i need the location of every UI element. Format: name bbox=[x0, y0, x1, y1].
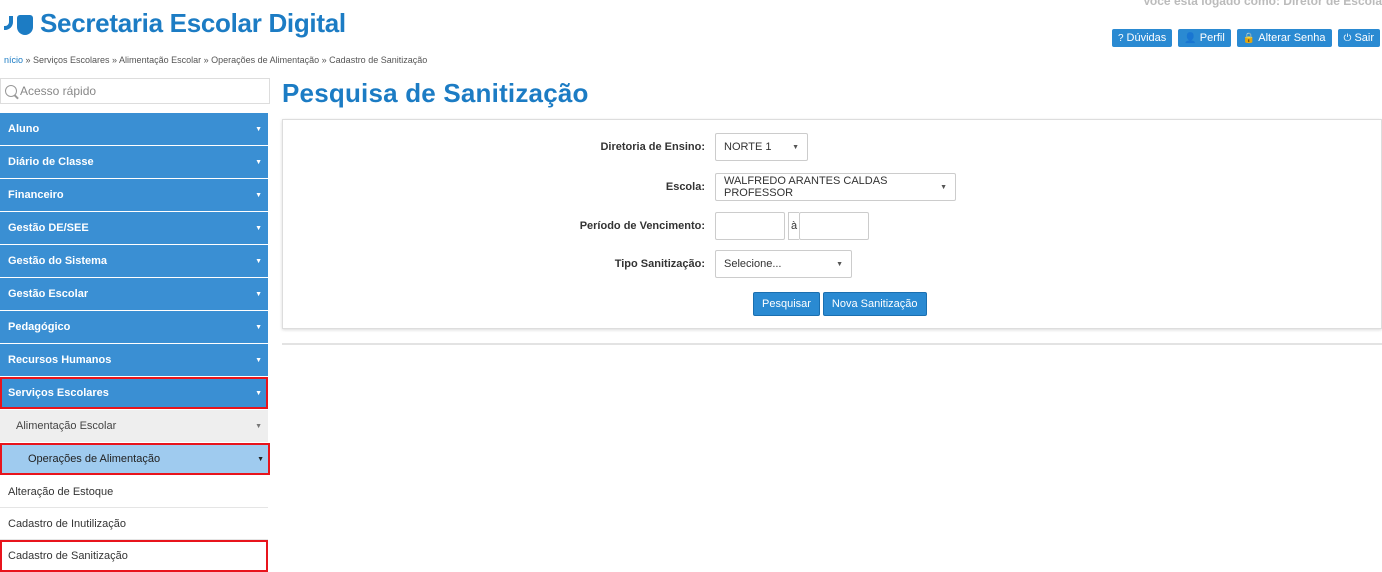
search-placeholder: Acesso rápido bbox=[20, 84, 97, 98]
sidebar-item-label: Gestão Escolar bbox=[8, 288, 89, 300]
content-divider bbox=[282, 343, 1382, 345]
sidebar-link-cadastro-de-sanitizacao[interactable]: Cadastro de Sanitização bbox=[0, 540, 268, 572]
search-form-panel: Diretoria de Ensino: NORTE 1 ▼ Escola: WA… bbox=[282, 119, 1382, 329]
chevron-down-icon: ▼ bbox=[255, 290, 262, 298]
logout-button[interactable]: ⏻ Sair bbox=[1337, 29, 1380, 47]
sidebar-item-label: Aluno bbox=[8, 123, 40, 135]
search-button[interactable]: Pesquisar bbox=[753, 292, 820, 316]
question-icon: ? bbox=[1117, 32, 1124, 44]
sidebar-subitem-alimentacao-escolar[interactable]: Alimentação Escolar ▼ bbox=[0, 410, 268, 442]
breadcrumb-home-link[interactable]: nício bbox=[4, 55, 23, 65]
sidebar-link-alteracao-de-estoque[interactable]: Alteração de Estoque bbox=[0, 476, 268, 508]
sidebar-subitem-operacoes-de-alimentacao[interactable]: Operações de Alimentação ▼ bbox=[0, 443, 270, 475]
escola-label: Escola: bbox=[665, 181, 705, 193]
sidebar-item-gestao-de-see[interactable]: Gestão DE/SEE ▼ bbox=[0, 212, 268, 244]
chevron-down-icon: ▼ bbox=[940, 183, 947, 191]
sidebar-link-label: Alteração de Estoque bbox=[8, 485, 114, 498]
change-password-button[interactable]: 🔒 Alterar Senha bbox=[1236, 29, 1332, 47]
sidebar-link-cadastro-de-inutilizacao[interactable]: Cadastro de Inutilização bbox=[0, 508, 268, 540]
chevron-down-icon: ▼ bbox=[836, 260, 843, 268]
chevron-down-icon: ▼ bbox=[792, 143, 799, 151]
diretoria-row: Diretoria de Ensino: NORTE 1 ▼ bbox=[283, 133, 808, 161]
sidebar-item-diario-de-classe[interactable]: Diário de Classe ▼ bbox=[0, 146, 268, 178]
escola-select[interactable]: WALFREDO ARANTES CALDAS PROFESSOR ▼ bbox=[715, 173, 956, 201]
logo-icon bbox=[4, 12, 34, 36]
chevron-down-icon: ▼ bbox=[255, 191, 262, 199]
power-icon: ⏻ bbox=[1343, 32, 1352, 44]
tipo-select[interactable]: Selecione... ▼ bbox=[715, 250, 852, 278]
chevron-down-icon: ▼ bbox=[255, 125, 262, 133]
change-password-label: Alterar Senha bbox=[1258, 32, 1326, 44]
profile-button[interactable]: 👤 Perfil bbox=[1178, 29, 1231, 47]
sidebar-link-label: Cadastro de Sanitização bbox=[8, 549, 128, 562]
header: Secretaria Escolar Digital Você está log… bbox=[0, 0, 1382, 50]
diretoria-select[interactable]: NORTE 1 ▼ bbox=[715, 133, 808, 161]
chevron-down-icon: ▼ bbox=[255, 422, 262, 430]
search-icon bbox=[5, 85, 17, 97]
periodo-end-input[interactable] bbox=[799, 212, 869, 240]
logged-user-text: Você está logado como: Diretor de Escola bbox=[1142, 0, 1382, 8]
periodo-start-input[interactable] bbox=[715, 212, 785, 240]
sidebar-subitem-label: Operações de Alimentação bbox=[28, 453, 161, 465]
sidebar-item-label: Diário de Classe bbox=[8, 156, 94, 168]
user-icon: 👤 bbox=[1184, 32, 1197, 44]
chevron-down-icon: ▼ bbox=[257, 455, 264, 463]
sidebar-item-gestao-escolar[interactable]: Gestão Escolar ▼ bbox=[0, 278, 268, 310]
chevron-down-icon: ▼ bbox=[255, 356, 262, 364]
help-button[interactable]: ? Dúvidas bbox=[1111, 29, 1173, 47]
help-label: Dúvidas bbox=[1126, 32, 1167, 44]
sidebar-item-label: Gestão do Sistema bbox=[8, 255, 108, 267]
chevron-down-icon: ▼ bbox=[255, 323, 262, 331]
sidebar-link-label: Cadastro de Inutilização bbox=[8, 517, 127, 530]
chevron-down-icon: ▼ bbox=[255, 257, 262, 265]
sidebar-item-financeiro[interactable]: Financeiro ▼ bbox=[0, 179, 268, 211]
periodo-label: Período de Vencimento: bbox=[579, 220, 705, 232]
tipo-row: Tipo Sanitização: Selecione... ▼ bbox=[283, 250, 852, 278]
sidebar-item-label: Financeiro bbox=[8, 189, 64, 201]
sidebar-item-aluno[interactable]: Aluno ▼ bbox=[0, 113, 268, 145]
page-title: Pesquisa de Sanitização bbox=[282, 78, 589, 108]
periodo-row: Período de Vencimento: à bbox=[283, 212, 869, 240]
escola-value: WALFREDO ARANTES CALDAS PROFESSOR bbox=[724, 175, 888, 199]
diretoria-label: Diretoria de Ensino: bbox=[600, 141, 705, 153]
logout-label: Sair bbox=[1354, 32, 1374, 44]
lock-icon: 🔒 bbox=[1242, 32, 1256, 44]
sidebar-item-pedagogico[interactable]: Pedagógico ▼ bbox=[0, 311, 268, 343]
sidebar-item-label: Serviços Escolares bbox=[8, 387, 109, 399]
chevron-down-icon: ▼ bbox=[255, 389, 262, 397]
form-actions: Pesquisar Nova Sanitização bbox=[753, 292, 927, 316]
sidebar-item-recursos-humanos[interactable]: Recursos Humanos ▼ bbox=[0, 344, 268, 376]
sidebar-item-gestao-do-sistema[interactable]: Gestão do Sistema ▼ bbox=[0, 245, 268, 277]
sidebar-menu: Aluno ▼ Diário de Classe ▼ Financeiro ▼ Ges… bbox=[0, 113, 270, 572]
sidebar-item-servicos-escolares[interactable]: Serviços Escolares ▼ bbox=[0, 377, 268, 409]
chevron-down-icon: ▼ bbox=[255, 224, 262, 232]
sidebar-subitem-label: Alimentação Escolar bbox=[16, 420, 117, 432]
breadcrumb-path: » Serviços Escolares » Alimentação Escol… bbox=[23, 55, 428, 65]
sidebar-item-label: Gestão DE/SEE bbox=[8, 222, 89, 234]
app-logo[interactable]: Secretaria Escolar Digital bbox=[4, 8, 346, 39]
quick-access-search[interactable]: Acesso rápido bbox=[0, 78, 270, 104]
tipo-label: Tipo Sanitização: bbox=[614, 258, 705, 270]
periodo-separator: à bbox=[788, 212, 799, 240]
new-sanitization-button[interactable]: Nova Sanitização bbox=[822, 292, 927, 316]
sidebar-item-label: Pedagógico bbox=[8, 321, 71, 333]
tipo-value: Selecione... bbox=[724, 258, 782, 270]
chevron-down-icon: ▼ bbox=[255, 158, 262, 166]
header-actions: ? Dúvidas 👤 Perfil 🔒 Alterar Senha ⏻ Sair bbox=[1111, 29, 1380, 47]
profile-label: Perfil bbox=[1199, 32, 1225, 44]
breadcrumb: nício » Serviços Escolares » Alimentação… bbox=[4, 55, 427, 65]
diretoria-value: NORTE 1 bbox=[724, 141, 772, 153]
sidebar-item-label: Recursos Humanos bbox=[8, 354, 112, 366]
app-title: Secretaria Escolar Digital bbox=[40, 8, 346, 38]
sidebar: Acesso rápido Aluno ▼ Diário de Classe ▼ F… bbox=[0, 78, 270, 572]
escola-row: Escola: WALFREDO ARANTES CALDAS PROFESSO… bbox=[283, 173, 956, 201]
